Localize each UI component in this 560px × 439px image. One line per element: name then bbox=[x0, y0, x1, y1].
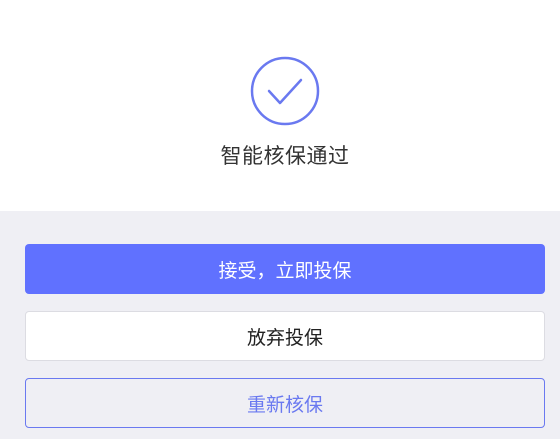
accept-insure-button[interactable]: 接受，立即投保 bbox=[25, 244, 545, 294]
recheck-underwriting-button[interactable]: 重新核保 bbox=[25, 378, 545, 428]
check-circle-icon bbox=[250, 56, 320, 126]
abandon-insure-button[interactable]: 放弃投保 bbox=[25, 311, 545, 361]
result-title: 智能核保通过 bbox=[220, 144, 350, 168]
result-panel: 智能核保通过 bbox=[0, 0, 560, 211]
